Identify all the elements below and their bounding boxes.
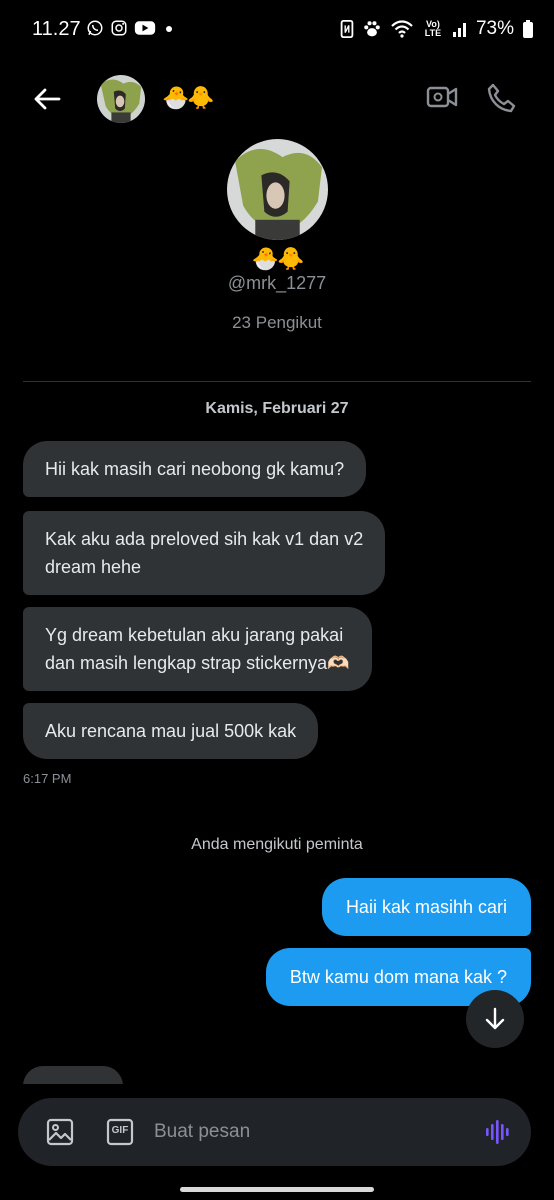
profile-name: 🐣🐥 [251, 246, 305, 271]
whatsapp-icon [87, 20, 103, 36]
gif-button[interactable]: GIF [106, 1118, 134, 1151]
instagram-icon [111, 20, 127, 36]
profile-handle[interactable]: @mrk_1277 [0, 273, 554, 294]
message-text-line: dream hehe [45, 557, 142, 577]
message-input[interactable] [154, 1098, 474, 1166]
phone-icon [487, 83, 516, 113]
back-arrow-icon [34, 88, 61, 110]
composer-area: GIF [0, 1084, 554, 1200]
system-icons: Vo) LTE 73% [340, 18, 534, 40]
status-time: 11.27 [32, 18, 81, 40]
voice-message-button[interactable] [484, 1118, 512, 1151]
paw-icon [364, 21, 380, 37]
outgoing-message[interactable]: Haii kak masihh cari [321, 878, 531, 936]
status-bar: 11.27 Vo) LTE 73% [0, 0, 554, 60]
voice-waveform-icon [486, 1120, 509, 1144]
chat-header: 🐣🐥 [0, 60, 554, 136]
composer: GIF [18, 1098, 531, 1166]
profile-avatar[interactable] [227, 139, 328, 240]
message-text: Btw kamu dom mana kak ? [289, 967, 507, 987]
video-call-button[interactable] [426, 84, 458, 115]
nfc-icon [340, 20, 354, 38]
battery-icon [523, 20, 533, 38]
profile-followers: 23 Pengikut [232, 313, 322, 332]
message-text-line: Kak aku ada preloved sih kak v1 dan v2 [45, 529, 364, 549]
date-separator: Kamis, Februari 27 [205, 400, 349, 417]
wifi-icon [391, 20, 413, 38]
gif-label: GIF [111, 1125, 129, 1136]
signal-icon [452, 23, 466, 37]
message-text: Haii kak masihh cari [345, 897, 507, 917]
video-camera-icon [426, 86, 458, 108]
image-icon [46, 1118, 74, 1146]
system-note: Anda mengikuti peminta [191, 836, 363, 853]
incoming-message[interactable]: Aku rencana mau jual 500k kak [23, 703, 319, 759]
incoming-message[interactable]: Hii kak masih cari neobong gk kamu? [23, 441, 367, 497]
notification-icons [86, 19, 176, 37]
battery-percent: 73% [475, 18, 514, 39]
attach-image-button[interactable] [46, 1118, 74, 1151]
message-text-line: Yg dream kebetulan aku jarang pakai [45, 625, 344, 645]
voice-call-button[interactable] [484, 82, 516, 119]
youtube-icon [134, 21, 156, 35]
incoming-message[interactable]: Kak aku ada preloved sih kak v1 dan v2 d… [23, 511, 386, 595]
back-button[interactable] [30, 82, 64, 116]
avatar-image [227, 139, 328, 240]
message-text: Aku rencana mau jual 500k kak [45, 721, 297, 741]
message-text-line: dan masih lengkap strap stickernya🫶🏻 [45, 653, 350, 673]
message-timestamp: 6:17 PM [23, 771, 72, 786]
divider [23, 381, 531, 382]
message-text: Hii kak masih cari neobong gk kamu? [45, 459, 345, 479]
header-avatar[interactable] [97, 75, 145, 123]
arrow-down-icon [485, 1007, 505, 1030]
network-type-label: Vo) LTE [424, 19, 442, 38]
scroll-to-bottom-button[interactable] [466, 990, 524, 1048]
dot-icon [166, 26, 172, 32]
header-name[interactable]: 🐣🐥 [162, 85, 215, 111]
avatar-image [97, 75, 145, 123]
incoming-message[interactable]: Yg dream kebetulan aku jarang pakai dan … [23, 607, 372, 691]
home-indicator[interactable] [180, 1187, 374, 1192]
